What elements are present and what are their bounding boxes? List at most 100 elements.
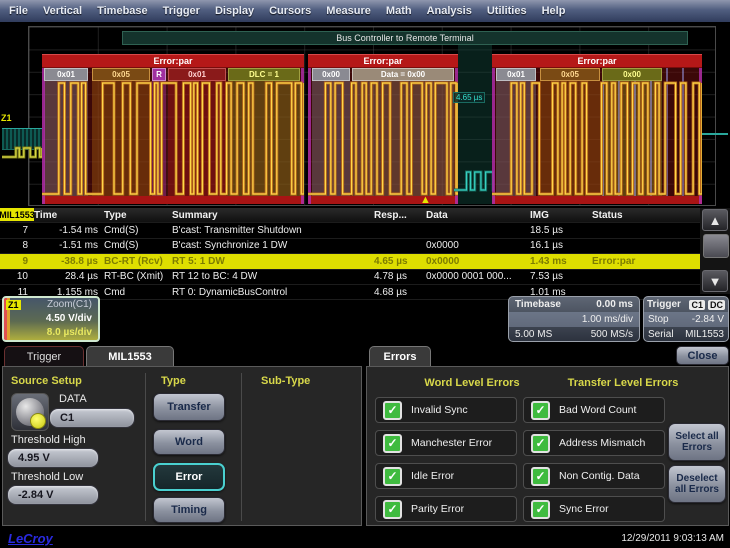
data-label: DATA [59,393,87,405]
menu-timebase[interactable]: Timebase [97,5,148,17]
zoom-channel-descriptor[interactable]: Z1 Zoom(C1) 4.50 V/div 8.0 µs/div [2,296,100,342]
menu-help[interactable]: Help [542,5,566,17]
source-knob[interactable] [11,393,49,431]
timebase-summary-box[interactable]: Timebase 0.00 ms 1.00 ms/div 5.00 MS 500… [508,296,640,342]
table-row[interactable]: 7-1.54 ms Cmd(S)B'cast: Transmitter Shut… [0,223,700,238]
threshold-high-field[interactable]: 4.95 V [7,448,99,468]
menu-trigger[interactable]: Trigger [163,5,200,17]
menu-bar: File Vertical Timebase Trigger Display C… [0,0,730,22]
datetime-display: 12/29/2011 9:03:13 AM [621,533,724,544]
error-checkbox-idle[interactable]: ✓ Idle Error [375,463,517,489]
trigger-source-badge: C1 [689,300,705,310]
decoder-lane-label[interactable]: MIL1553 [0,208,34,221]
error-band: Error:par [308,54,458,68]
mil1553-waveform [492,81,702,196]
menu-file[interactable]: File [9,5,28,17]
menu-utilities[interactable]: Utilities [487,5,527,17]
decode-field: 0x00 [602,68,662,81]
trigger-mode: Stop [648,314,669,325]
response-time-cursor-label: 4.65 µs [453,92,485,103]
error-checkbox-invalid-sync[interactable]: ✓ Invalid Sync [375,397,517,423]
trigger-kind: Serial [648,329,674,340]
checkbox-checked-icon[interactable]: ✓ [383,500,402,519]
table-row[interactable]: 1028.4 µs RT-BC (Xmit)RT 12 to BC: 4 DW … [0,270,700,285]
lecroy-logo: LeCroy [8,531,53,546]
decode-field: 0x01 [44,68,88,81]
threshold-high-label: Threshold High [11,434,86,446]
trigger-coupling-badge: DC [708,300,725,310]
mil1553-waveform [42,81,304,196]
error-checkbox-sync-error[interactable]: ✓ Sync Error [523,496,665,522]
close-button[interactable]: Close [676,346,729,365]
error-checkbox-manchester[interactable]: ✓ Manchester Error [375,430,517,456]
zoom-source-trace [2,146,42,159]
scrollbar-thumb[interactable] [703,234,729,258]
menu-analysis[interactable]: Analysis [427,5,472,17]
type-word-button[interactable]: Word [153,429,225,455]
threshold-low-field[interactable]: -2.84 V [7,485,99,505]
scroll-up-button[interactable]: ▲ [702,209,728,231]
decoded-burst-1: Error:par 0x01 0x05 R 0x01 DLC = 1 [42,54,304,204]
tab-trigger[interactable]: Trigger [4,346,84,367]
decode-field: 0x01 [168,68,226,81]
type-timing-button[interactable]: Timing [153,497,225,523]
decoded-burst-3: Error:par 0x01 0x05 0x00 [492,54,702,204]
timebase-samples: 5.00 MS [515,329,552,340]
timebase-scale: 1.00 ms/div [582,314,633,325]
errors-panel: Word Level Errors Transfer Level Errors … [366,366,729,526]
decode-field: R [152,68,166,81]
error-band: Error:par [42,54,304,68]
menu-measure[interactable]: Measure [326,5,371,17]
error-checkbox-bad-word-count[interactable]: ✓ Bad Word Count [523,397,665,423]
select-all-errors-button[interactable]: Select all Errors [668,423,726,461]
descriptor-tdiv: 8.0 µs/div [4,326,98,340]
checkbox-checked-icon[interactable]: ✓ [531,500,550,519]
scroll-down-button[interactable]: ▼ [702,270,728,292]
zoom-trace-tag: Z1 [1,113,12,123]
mil1553-waveform [308,81,458,196]
timebase-title: Timebase [515,299,561,310]
checkbox-checked-icon[interactable]: ✓ [383,434,402,453]
menu-cursors[interactable]: Cursors [269,5,311,17]
transfer-level-title: Transfer Level Errors [523,377,723,389]
table-row-selected[interactable]: 9-38.8 µs BC-RT (Rcv)RT 5: 1 DW 4.65 µs0… [0,254,700,269]
checkbox-checked-icon[interactable]: ✓ [531,434,550,453]
trigger-protocol: MIL1553 [685,329,724,340]
source-channel-field[interactable]: C1 [49,408,135,428]
decode-field: DLC = 1 [228,68,300,81]
menu-math[interactable]: Math [386,5,412,17]
table-row[interactable]: 8-1.51 ms Cmd(S)B'cast: Synchronize 1 DW… [0,239,700,254]
type-title: Type [161,375,186,387]
type-transfer-button[interactable]: Transfer [153,393,225,421]
decode-field: 0x01 [496,68,536,81]
oscilloscope-screen: File Vertical Timebase Trigger Display C… [0,0,730,548]
idle-bus-line [702,133,728,135]
table-scrollbar[interactable]: ▲ ▼ [700,208,730,294]
word-level-title: Word Level Errors [401,377,543,389]
source-setup-title: Source Setup [11,375,82,387]
z1-badge: Z1 [6,300,21,310]
mil1553-setup-panel: Source Setup DATA C1 Threshold High 4.95… [2,366,362,526]
descriptor-vdiv: 4.50 V/div [4,312,98,326]
transfer-annotation-band: Bus Controller to Remote Terminal [122,31,688,45]
menu-vertical[interactable]: Vertical [43,5,82,17]
trigger-level: -2.84 V [692,314,724,325]
decode-field: 0x05 [540,68,600,81]
checkbox-checked-icon[interactable]: ✓ [383,467,402,486]
trigger-summary-box[interactable]: Trigger C1 DC Stop -2.84 V Serial MIL155… [643,296,729,342]
tab-mil1553[interactable]: MIL1553 [86,346,174,367]
error-checkbox-address-mismatch[interactable]: ✓ Address Mismatch [523,430,665,456]
trigger-title: Trigger [647,299,681,310]
checkbox-checked-icon[interactable]: ✓ [383,401,402,420]
tab-errors[interactable]: Errors [369,346,431,367]
menu-display[interactable]: Display [215,5,254,17]
error-checkbox-non-contig-data[interactable]: ✓ Non Contig. Data [523,463,665,489]
type-error-button[interactable]: Error [153,463,225,491]
decoded-burst-2: Error:par 0x00 Data = 0x00 [308,54,458,204]
checkbox-checked-icon[interactable]: ✓ [531,401,550,420]
deselect-all-errors-button[interactable]: Deselect all Errors [668,465,726,503]
decode-field: Data = 0x00 [352,68,454,81]
error-checkbox-parity[interactable]: ✓ Parity Error [375,496,517,522]
knob-indicator-icon [30,413,46,429]
checkbox-checked-icon[interactable]: ✓ [531,467,550,486]
